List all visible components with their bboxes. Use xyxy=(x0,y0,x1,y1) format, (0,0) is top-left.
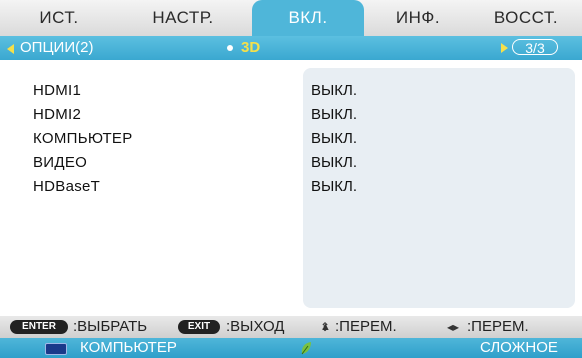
row-label-hdmi1[interactable]: HDMI1 xyxy=(33,82,81,99)
subtab-options[interactable]: ОПЦИИ(2) xyxy=(20,36,93,60)
arrow-right-icon[interactable] xyxy=(501,43,508,53)
row-label-computer[interactable]: КОМПЬЮТЕР xyxy=(33,130,133,147)
row-label-video[interactable]: ВИДЕО xyxy=(33,154,87,171)
row-label-hdmi2[interactable]: HDMI2 xyxy=(33,106,81,123)
updown-arrow-glyph: ⇕ xyxy=(320,320,331,334)
tab-info[interactable]: ИНФ. xyxy=(366,0,470,36)
row-value-video[interactable]: ВЫКЛ. xyxy=(311,154,357,171)
row-value-hdmi2[interactable]: ВЫКЛ. xyxy=(311,106,357,123)
tab-reset[interactable]: ВОССТ. xyxy=(470,0,582,36)
tab-source[interactable]: ИСТ. xyxy=(0,0,118,36)
eco-leaf-icon xyxy=(301,342,311,355)
tab-bar: ИСТ. НАСТР. ВКЛ. ИНФ. ВОССТ. xyxy=(0,0,582,36)
status-source: КОМПЬЮТЕР xyxy=(80,339,177,356)
arrow-left-icon[interactable] xyxy=(7,44,14,54)
tab-on[interactable]: ВКЛ. xyxy=(252,0,364,36)
page-indicator: 3/3 xyxy=(512,39,558,56)
status-mode: СЛОЖНОЕ xyxy=(480,339,558,356)
exit-guide-text: :ВЫХОД xyxy=(226,318,285,335)
enter-key-icon: ENTER xyxy=(10,320,68,334)
active-dot-icon xyxy=(227,45,233,51)
subtab-3d[interactable]: 3D xyxy=(241,36,260,60)
tab-setup[interactable]: НАСТР. xyxy=(118,0,248,36)
status-bar: КОМПЬЮТЕР СЛОЖНОЕ xyxy=(0,338,582,358)
projector-osd-menu: ИСТ. НАСТР. ВКЛ. ИНФ. ВОССТ. ОПЦИИ(2) 3D… xyxy=(0,0,582,358)
enter-guide-text: :ВЫБРАТЬ xyxy=(73,318,148,335)
leftright-guide-text: :ПЕРЕМ. xyxy=(467,318,529,335)
menu-content: HDMI1 ВЫКЛ. HDMI2 ВЫКЛ. КОМПЬЮТЕР ВЫКЛ. … xyxy=(0,60,582,316)
row-value-computer[interactable]: ВЫКЛ. xyxy=(311,130,357,147)
exit-key-icon: EXIT xyxy=(178,320,220,334)
row-value-hdbaset[interactable]: ВЫКЛ. xyxy=(311,178,357,195)
updown-guide-text: :ПЕРЕМ. xyxy=(335,318,397,335)
leftright-arrow-icon: ◂▸ xyxy=(447,320,460,334)
monitor-icon xyxy=(45,343,67,355)
row-label-hdbaset[interactable]: HDBaseT xyxy=(33,178,100,195)
key-guide-bar: ENTER :ВЫБРАТЬ EXIT :ВЫХОД ▲ ⇕ :ПЕРЕМ. ◂… xyxy=(0,316,582,338)
sub-tab-bar: ОПЦИИ(2) 3D 3/3 xyxy=(0,36,582,60)
row-value-hdmi1[interactable]: ВЫКЛ. xyxy=(311,82,357,99)
